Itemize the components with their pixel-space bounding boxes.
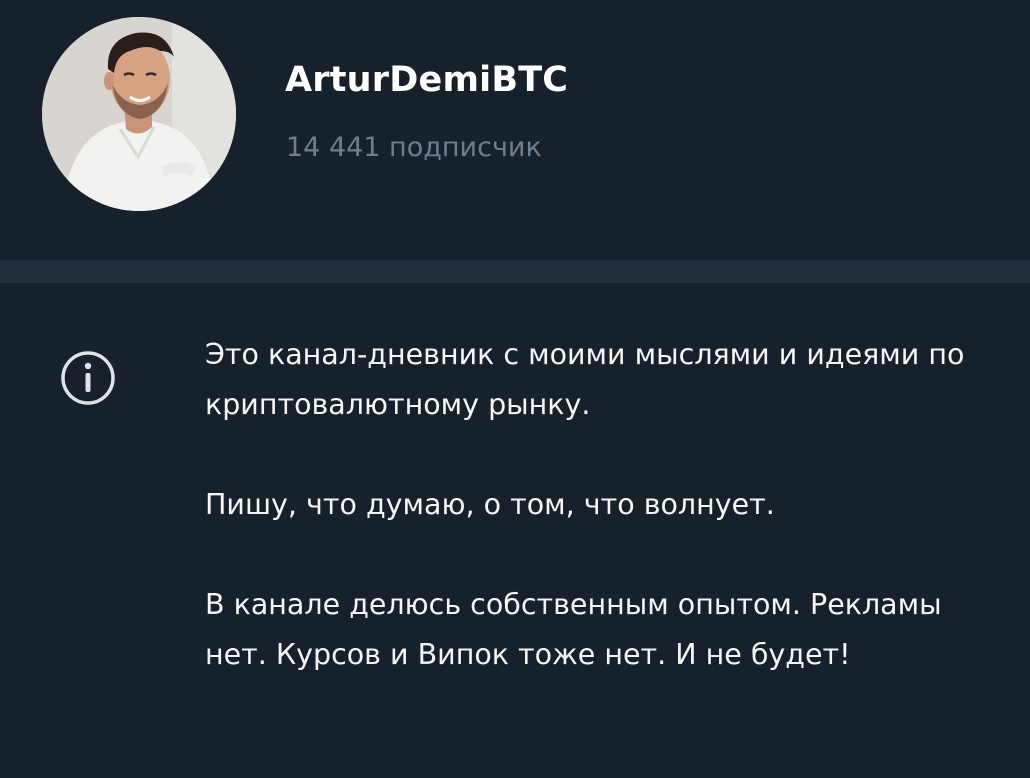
- channel-header: ArturDemiBTC 14 441 подписчик: [0, 0, 1030, 260]
- info-icon: [61, 351, 115, 405]
- channel-description: Это канал-дневник с моими мыслями и идея…: [205, 330, 1005, 680]
- channel-avatar[interactable]: [42, 17, 236, 211]
- subscriber-count: 14 441 подписчик: [286, 132, 542, 163]
- channel-title: ArturDemiBTC: [285, 60, 569, 100]
- avatar-photo: [42, 17, 236, 211]
- section-divider: [0, 260, 1030, 283]
- description-paragraph: Пишу, что думаю, о том, что волнует.: [205, 488, 775, 521]
- description-paragraph: В канале делюсь собственным опытом. Рекл…: [205, 588, 942, 671]
- description-paragraph: Это канал-дневник с моими мыслями и идея…: [205, 338, 965, 421]
